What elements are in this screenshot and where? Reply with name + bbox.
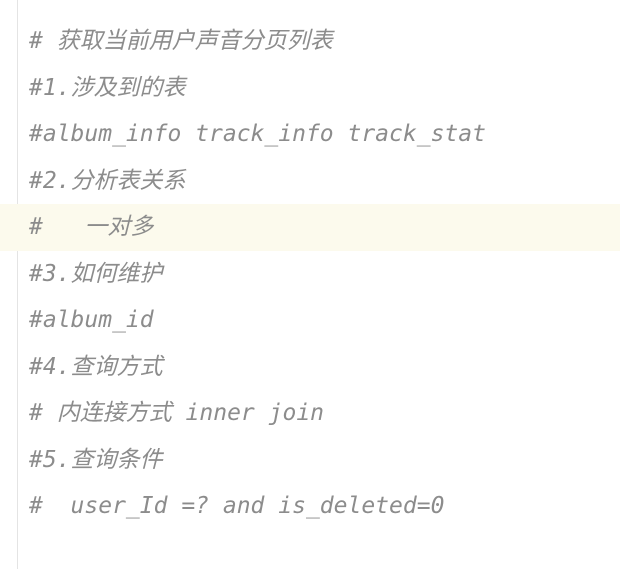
- code-line-3[interactable]: #album_info track_info track_stat: [0, 111, 620, 158]
- code-line-4[interactable]: #2.分析表关系: [0, 158, 620, 205]
- code-line-6[interactable]: #3.如何维护: [0, 251, 620, 298]
- code-line-5-current[interactable]: # 一对多: [0, 204, 620, 251]
- code-line-9[interactable]: # 内连接方式 inner join: [0, 390, 620, 437]
- code-line-8[interactable]: #4.查询方式: [0, 344, 620, 391]
- code-editor[interactable]: # 获取当前用户声音分页列表 #1.涉及到的表 #album_info trac…: [0, 0, 620, 569]
- code-line-1[interactable]: # 获取当前用户声音分页列表: [0, 18, 620, 65]
- code-area[interactable]: # 获取当前用户声音分页列表 #1.涉及到的表 #album_info trac…: [0, 18, 620, 530]
- code-line-11[interactable]: # user_Id =? and is_deleted=0: [0, 483, 620, 530]
- code-line-7[interactable]: #album_id: [0, 297, 620, 344]
- code-line-2[interactable]: #1.涉及到的表: [0, 65, 620, 112]
- code-line-10[interactable]: #5.查询条件: [0, 437, 620, 484]
